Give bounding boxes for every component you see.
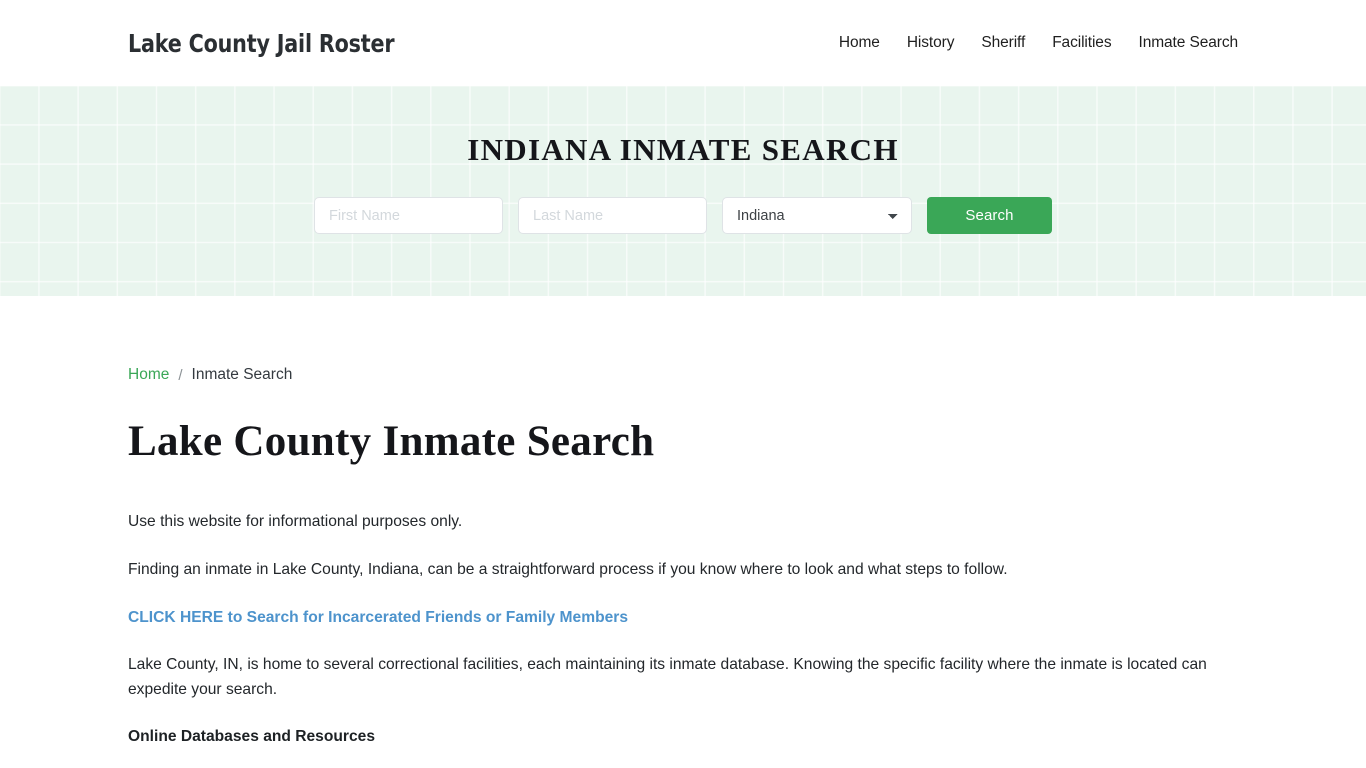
state-select[interactable]: Indiana <box>722 197 912 234</box>
breadcrumb-item-home[interactable]: Home <box>128 366 169 384</box>
breadcrumb-item-current: Inmate Search <box>191 366 293 383</box>
search-button[interactable]: Search <box>927 197 1052 234</box>
paragraph-facilities: Lake County, IN, is home to several corr… <box>128 656 1207 698</box>
subheading-online-databases: Online Databases and Resources <box>128 728 375 746</box>
hero-search-band: INDIANA INMATE SEARCH Indiana Search <box>0 86 1366 296</box>
inmate-search-form: Indiana Search <box>314 197 1052 234</box>
main-content: Home / Inmate Search Lake County Inmate … <box>0 366 1366 768</box>
paragraph-intro: Use this website for informational purpo… <box>128 513 463 531</box>
main-navigation: Home History Sheriff Facilities Inmate S… <box>839 34 1238 52</box>
nav-item-home[interactable]: Home <box>839 34 880 52</box>
first-name-input[interactable] <box>314 197 503 234</box>
hero-title: INDIANA INMATE SEARCH <box>467 132 899 167</box>
cta-search-link[interactable]: CLICK HERE to Search for Incarcerated Fr… <box>128 606 1238 631</box>
site-header: Lake County Jail Roster Home History She… <box>0 0 1366 86</box>
nav-item-inmate-search[interactable]: Inmate Search <box>1138 34 1238 52</box>
breadcrumb-separator: / <box>178 366 183 384</box>
nav-item-sheriff[interactable]: Sheriff <box>981 34 1025 52</box>
breadcrumb: Home / Inmate Search <box>128 366 1238 384</box>
last-name-input[interactable] <box>518 197 707 234</box>
nav-item-history[interactable]: History <box>907 34 955 52</box>
paragraph-finding: Finding an inmate in Lake County, Indian… <box>128 560 1008 578</box>
page-title: Lake County Inmate Search <box>128 418 655 465</box>
nav-item-facilities[interactable]: Facilities <box>1052 34 1111 52</box>
site-brand-logo[interactable]: Lake County Jail Roster <box>128 29 395 58</box>
